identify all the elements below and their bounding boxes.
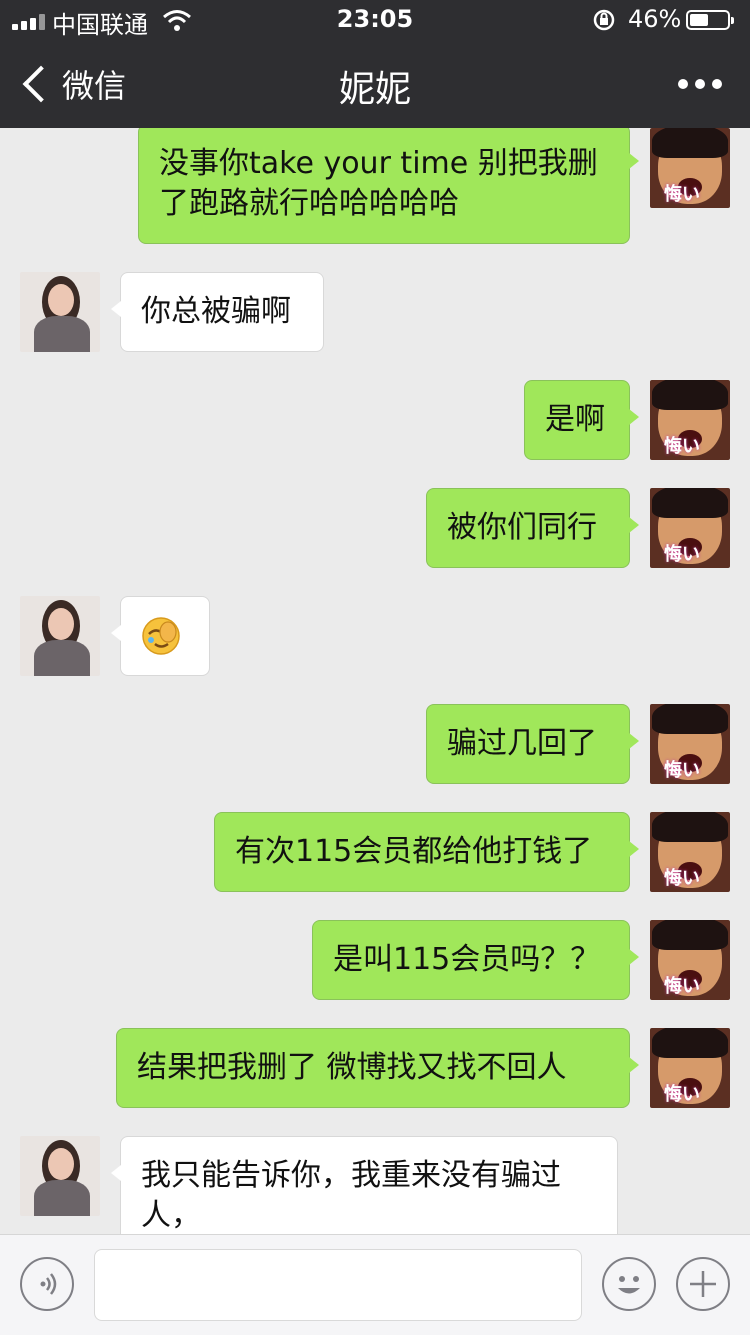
chat-area[interactable]: 悔い 没事你take your time 别把我删了跑路就行哈哈哈哈哈 你总被骗… <box>0 128 750 1234</box>
more-button[interactable] <box>678 68 722 100</box>
my-avatar[interactable]: 悔い <box>650 380 730 460</box>
my-avatar[interactable]: 悔い <box>650 1028 730 1108</box>
contact-avatar[interactable] <box>20 1136 100 1216</box>
status-bar: 中国联通 23:05 46% <box>0 0 750 40</box>
message-bubble[interactable]: 结果把我删了 微博找又找不回人 <box>116 1028 639 1108</box>
chat-title: 妮妮 <box>338 69 411 110</box>
message-bubble[interactable]: 被你们同行 <box>426 488 639 568</box>
input-bar <box>0 1234 750 1335</box>
nav-bar: 中国联通 23:05 46% 微信 妮妮 <box>0 0 750 128</box>
my-avatar[interactable]: 悔い <box>650 812 730 892</box>
my-avatar[interactable]: 悔い <box>650 704 730 784</box>
contact-avatar[interactable] <box>20 596 100 676</box>
message-bubble[interactable]: 我只能告诉你，我重来没有骗过人， <box>111 1136 618 1234</box>
more-dots-icon <box>678 79 688 89</box>
my-avatar[interactable]: 悔い <box>650 920 730 1000</box>
my-avatar[interactable]: 悔い <box>650 128 730 208</box>
plus-icon <box>690 1271 716 1297</box>
message-input[interactable] <box>94 1249 582 1321</box>
emoji-button[interactable] <box>602 1257 656 1311</box>
voice-icon <box>40 1273 57 1295</box>
message-bubble[interactable]: 没事你take your time 别把我删了跑路就行哈哈哈哈哈 <box>138 128 639 244</box>
message-bubble[interactable]: 是啊 <box>524 380 639 460</box>
message-bubble[interactable] <box>111 596 210 676</box>
more-functions-button[interactable] <box>676 1257 730 1311</box>
voice-button[interactable] <box>20 1257 74 1311</box>
message-bubble[interactable]: 有次115会员都给他打钱了 <box>214 812 639 892</box>
contact-avatar[interactable] <box>20 272 100 352</box>
battery-icon <box>686 10 734 30</box>
face-palm-crying-emoji-icon <box>142 617 180 655</box>
battery-percent: 46% <box>628 5 682 33</box>
message-bubble[interactable]: 是叫115会员吗？？ <box>312 920 639 1000</box>
message-bubble[interactable]: 你总被骗啊 <box>111 272 324 352</box>
message-bubble[interactable]: 骗过几回了 <box>426 704 639 784</box>
smiley-icon <box>618 1276 640 1294</box>
rotation-lock-icon <box>593 9 615 31</box>
my-avatar[interactable]: 悔い <box>650 488 730 568</box>
